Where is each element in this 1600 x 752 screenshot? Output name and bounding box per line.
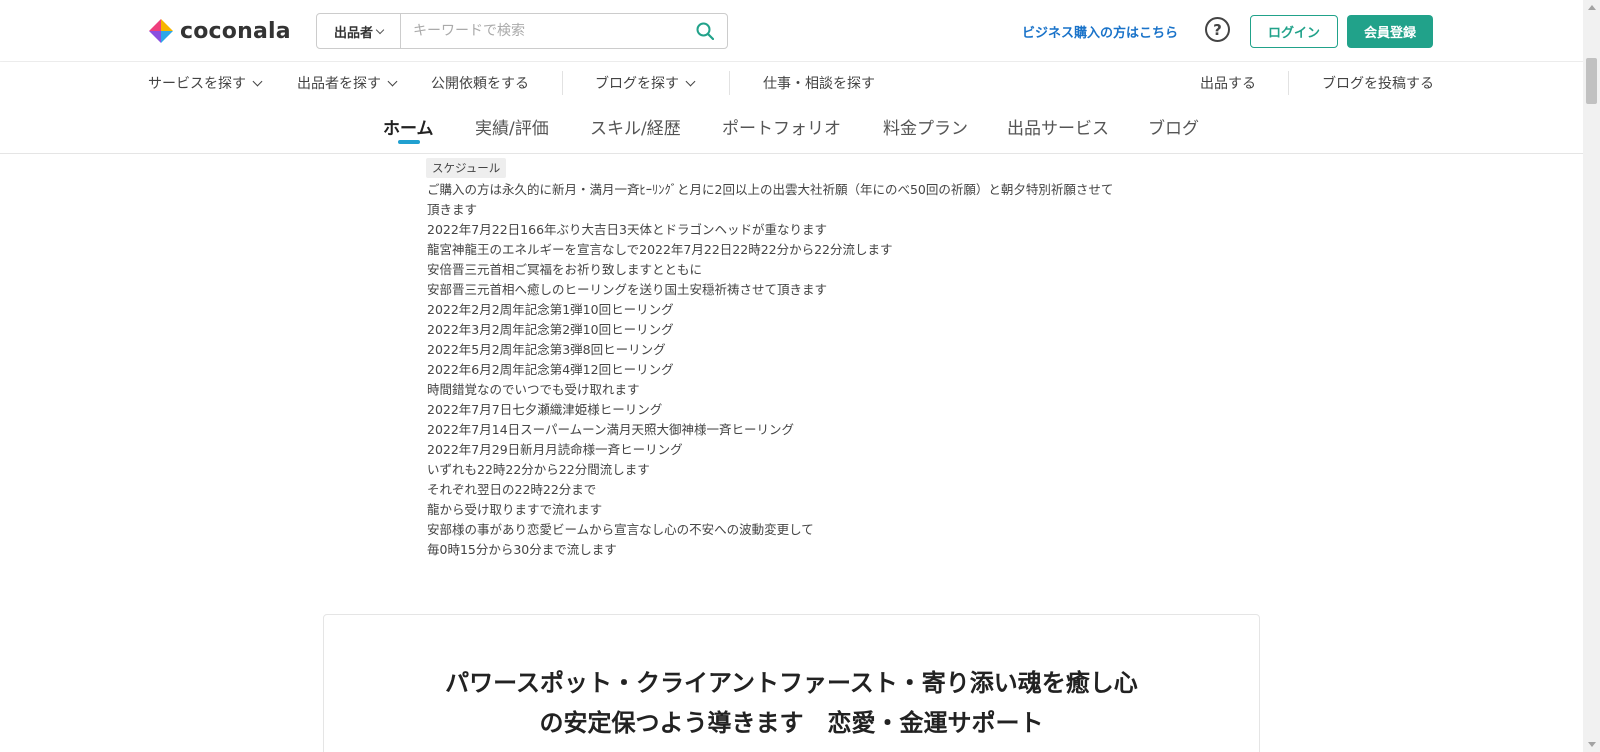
nav-post-blog[interactable]: ブログを投稿する — [1322, 73, 1434, 93]
nav-find-sellers-label: 出品者を探す — [297, 76, 381, 92]
nav-divider — [562, 71, 563, 95]
chevron-down-icon — [252, 76, 263, 86]
description-line: 2022年7月7日七夕瀬織津姫様ヒーリング — [427, 402, 663, 417]
catchcopy-title: パワースポット・クライアントファースト・寄り添い魂を癒し心 の安定保つよう導きま… — [324, 663, 1259, 743]
description-line: 2022年7月29日新月月読命様一斉ヒーリング — [427, 442, 683, 457]
nav-sell[interactable]: 出品する — [1200, 73, 1256, 93]
main-nav: サービスを探す 出品者を探す 公開依頼をする ブログを探す 仕事・相談を探す 出… — [0, 62, 1583, 104]
nav-find-sellers[interactable]: 出品者を探す — [297, 73, 398, 93]
nav-public-requests-label: 公開依頼をする — [431, 76, 529, 92]
nav-divider — [1288, 71, 1289, 95]
description-line: 2022年7月14日スーパームーン満月天照大御神様一斉ヒーリング — [427, 422, 795, 437]
description-line: 2022年2月2周年記念第1弾10回ヒーリング — [427, 302, 674, 317]
description-line: 安部様の事があり恋愛ビームから宣言なし心の不安への波動変更して — [427, 522, 814, 537]
nav-sell-label: 出品する — [1200, 76, 1256, 92]
chevron-down-icon — [387, 76, 398, 86]
search-button[interactable] — [683, 14, 727, 48]
description-line: ご購入の方は永久的に新月・満月一斉ﾋｰﾘﾝｸﾞと月に2回以上の出雲大社祈願（年に… — [427, 182, 1114, 197]
description-line: 2022年5月2周年記念第3弾8回ヒーリング — [427, 342, 666, 357]
description-line: 毎0時15分から30分まで流します — [427, 542, 617, 557]
page-scrollbar[interactable] — [1583, 0, 1600, 752]
description-line: 時間錯覚なのでいつでも受け取れます — [427, 382, 640, 397]
tab-portfolio[interactable]: ポートフォリオ — [722, 114, 841, 139]
search-category-label: 出品者 — [333, 25, 373, 41]
description-line: それぞれ翌日の22時22分まで — [427, 482, 597, 497]
description-line: 2022年3月2周年記念第2弾10回ヒーリング — [427, 322, 674, 337]
nav-find-services-label: サービスを探す — [148, 76, 246, 92]
search-bar: 出品者 — [316, 13, 728, 49]
site-header: coconala 出品者 ビジネス購入の方はこちら ? ログイン 会員登録 — [0, 0, 1583, 62]
nav-find-jobs[interactable]: 仕事・相談を探す — [763, 73, 875, 93]
chevron-down-icon — [375, 25, 385, 34]
scroll-down-arrow-icon[interactable] — [1588, 742, 1596, 747]
login-button[interactable]: ログイン — [1250, 15, 1338, 48]
business-purchase-link[interactable]: ビジネス購入の方はこちら — [1022, 22, 1178, 41]
nav-find-services[interactable]: サービスを探す — [148, 73, 263, 93]
help-icon[interactable]: ? — [1205, 17, 1230, 42]
site-logo[interactable]: coconala — [148, 17, 291, 45]
search-icon — [696, 22, 714, 40]
tab-pricing[interactable]: 料金プラン — [883, 114, 968, 139]
scrollbar-thumb[interactable] — [1586, 58, 1597, 104]
description-line: 安部晋三元首相へ癒しのヒーリングを送り国土安穏祈祷させて頂きます — [427, 282, 828, 297]
schedule-tag: スケジュール — [426, 158, 507, 178]
tab-services[interactable]: 出品サービス — [1007, 114, 1109, 139]
description-text: ご購入の方は永久的に新月・満月一斉ﾋｰﾘﾝｸﾞと月に2回以上の出雲大社祈願（年に… — [427, 180, 1127, 560]
description-line: 龍宮神龍王のエネルギーを宣言なしで2022年7月22日22時22分から22分流し… — [427, 242, 893, 257]
active-tab-indicator — [398, 140, 420, 144]
nav-divider — [729, 71, 730, 95]
search-input[interactable] — [401, 14, 683, 48]
scroll-up-arrow-icon[interactable] — [1588, 5, 1596, 10]
nav-find-jobs-label: 仕事・相談を探す — [763, 76, 875, 92]
profile-tabs: ホーム 実績/評価 スキル/経歴 ポートフォリオ 料金プラン 出品サービス ブロ… — [0, 104, 1583, 154]
nav-post-blog-label: ブログを投稿する — [1322, 76, 1434, 92]
logo-text: coconala — [180, 18, 291, 44]
description-line: 2022年7月22日166年ぶり大吉日3天体とドラゴンヘッドが重なります — [427, 222, 827, 237]
catchcopy-card: パワースポット・クライアントファースト・寄り添い魂を癒し心 の安定保つよう導きま… — [323, 614, 1260, 752]
description-line: 頂きます — [427, 202, 478, 217]
nav-find-blogs[interactable]: ブログを探す — [595, 73, 696, 93]
description-line: 2022年6月2周年記念第4弾12回ヒーリング — [427, 362, 674, 377]
tab-results[interactable]: 実績/評価 — [475, 114, 549, 139]
signup-button[interactable]: 会員登録 — [1347, 15, 1433, 48]
tab-home[interactable]: ホーム — [383, 114, 434, 139]
description-line: いずれも22時22分から22分間流します — [427, 462, 650, 477]
nav-find-blogs-label: ブログを探す — [595, 76, 679, 92]
coconala-logo-icon — [149, 19, 173, 43]
tab-skills[interactable]: スキル/経歴 — [590, 114, 681, 139]
description-line: 龍から受け取りますで流れます — [427, 502, 603, 517]
tab-blog[interactable]: ブログ — [1148, 114, 1199, 139]
nav-public-requests[interactable]: 公開依頼をする — [431, 73, 529, 93]
search-category-select[interactable]: 出品者 — [317, 14, 401, 48]
catchcopy-line-2: の安定保つよう導きます 恋愛・金運サポート — [539, 709, 1044, 737]
chevron-down-icon — [685, 76, 696, 86]
description-line: 安倍晋三元首相ご冥福をお祈り致しますとともに — [427, 262, 703, 277]
catchcopy-line-1: パワースポット・クライアントファースト・寄り添い魂を癒し心 — [445, 669, 1138, 697]
